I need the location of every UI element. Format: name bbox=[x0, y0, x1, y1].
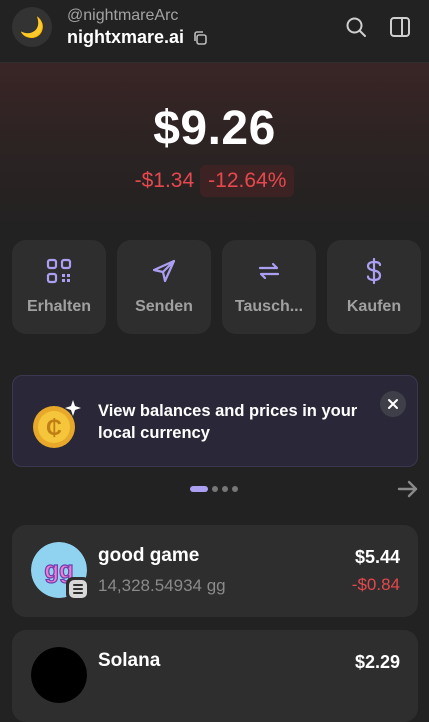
carousel-dot[interactable] bbox=[232, 486, 238, 492]
copy-icon[interactable] bbox=[192, 30, 208, 46]
receive-label: Erhalten bbox=[26, 298, 91, 315]
token-change: -$0.84 bbox=[351, 575, 400, 594]
token-value: $5.44 bbox=[354, 547, 400, 567]
currency-banner[interactable]: ₵ View balances and prices in your local… bbox=[12, 375, 418, 467]
buy-button[interactable]: Kaufen bbox=[327, 240, 421, 334]
search-icon[interactable] bbox=[345, 16, 367, 38]
account-name[interactable]: nightxmare.ai bbox=[67, 27, 184, 48]
token-value: $2.29 bbox=[354, 652, 400, 672]
balance-change: -$1.34 -12.64% bbox=[0, 165, 429, 197]
send-icon bbox=[152, 259, 176, 283]
account-name-row[interactable]: nightxmare.ai bbox=[67, 27, 208, 48]
change-percent: -12.64% bbox=[200, 165, 295, 197]
token-row[interactable]: gg good game 14,328.54934 gg $5.44 -$0.8… bbox=[12, 525, 418, 617]
solana-chain-badge bbox=[66, 577, 90, 601]
coin-icon: ₵ bbox=[33, 400, 81, 448]
solana-icon bbox=[69, 580, 87, 598]
total-balance: $9.26 bbox=[153, 102, 276, 155]
svg-text:₵: ₵ bbox=[46, 415, 62, 440]
header: 🌙 @nightmareArc nightxmare.ai bbox=[0, 0, 429, 63]
sidebar-icon[interactable] bbox=[389, 16, 411, 38]
account-avatar[interactable]: 🌙 bbox=[12, 7, 52, 47]
carousel-dot[interactable] bbox=[190, 486, 208, 492]
qr-code-icon bbox=[46, 258, 72, 284]
token-name: good game bbox=[98, 545, 200, 566]
username: @nightmareArc bbox=[67, 7, 179, 24]
buy-label: Kaufen bbox=[346, 298, 402, 315]
moon-icon: 🌙 bbox=[19, 16, 45, 39]
token-name: Solana bbox=[98, 650, 161, 671]
swap-button[interactable]: Tausch... bbox=[222, 240, 316, 334]
banner-close-button[interactable] bbox=[380, 391, 406, 417]
token-amount: 14,328.54934 gg bbox=[98, 576, 226, 595]
change-absolute: -$1.34 bbox=[134, 169, 195, 192]
banner-text: View balances and prices in your local c… bbox=[98, 402, 358, 442]
arrow-right-icon[interactable] bbox=[397, 478, 419, 500]
carousel-dot[interactable] bbox=[212, 486, 218, 492]
carousel-pagination bbox=[190, 486, 238, 492]
swap-icon bbox=[258, 262, 280, 280]
receive-button[interactable]: Erhalten bbox=[12, 240, 106, 334]
token-row[interactable]: Solana $2.29 bbox=[12, 630, 418, 722]
send-label: Senden bbox=[135, 298, 193, 315]
send-button[interactable]: Senden bbox=[117, 240, 211, 334]
close-icon bbox=[388, 399, 398, 409]
dollar-icon bbox=[366, 258, 382, 284]
solana-token-icon bbox=[31, 647, 87, 703]
action-buttons: Erhalten Senden Tausch... Kaufen bbox=[12, 240, 421, 334]
swap-label: Tausch... bbox=[234, 298, 304, 315]
carousel-dot[interactable] bbox=[222, 486, 228, 492]
